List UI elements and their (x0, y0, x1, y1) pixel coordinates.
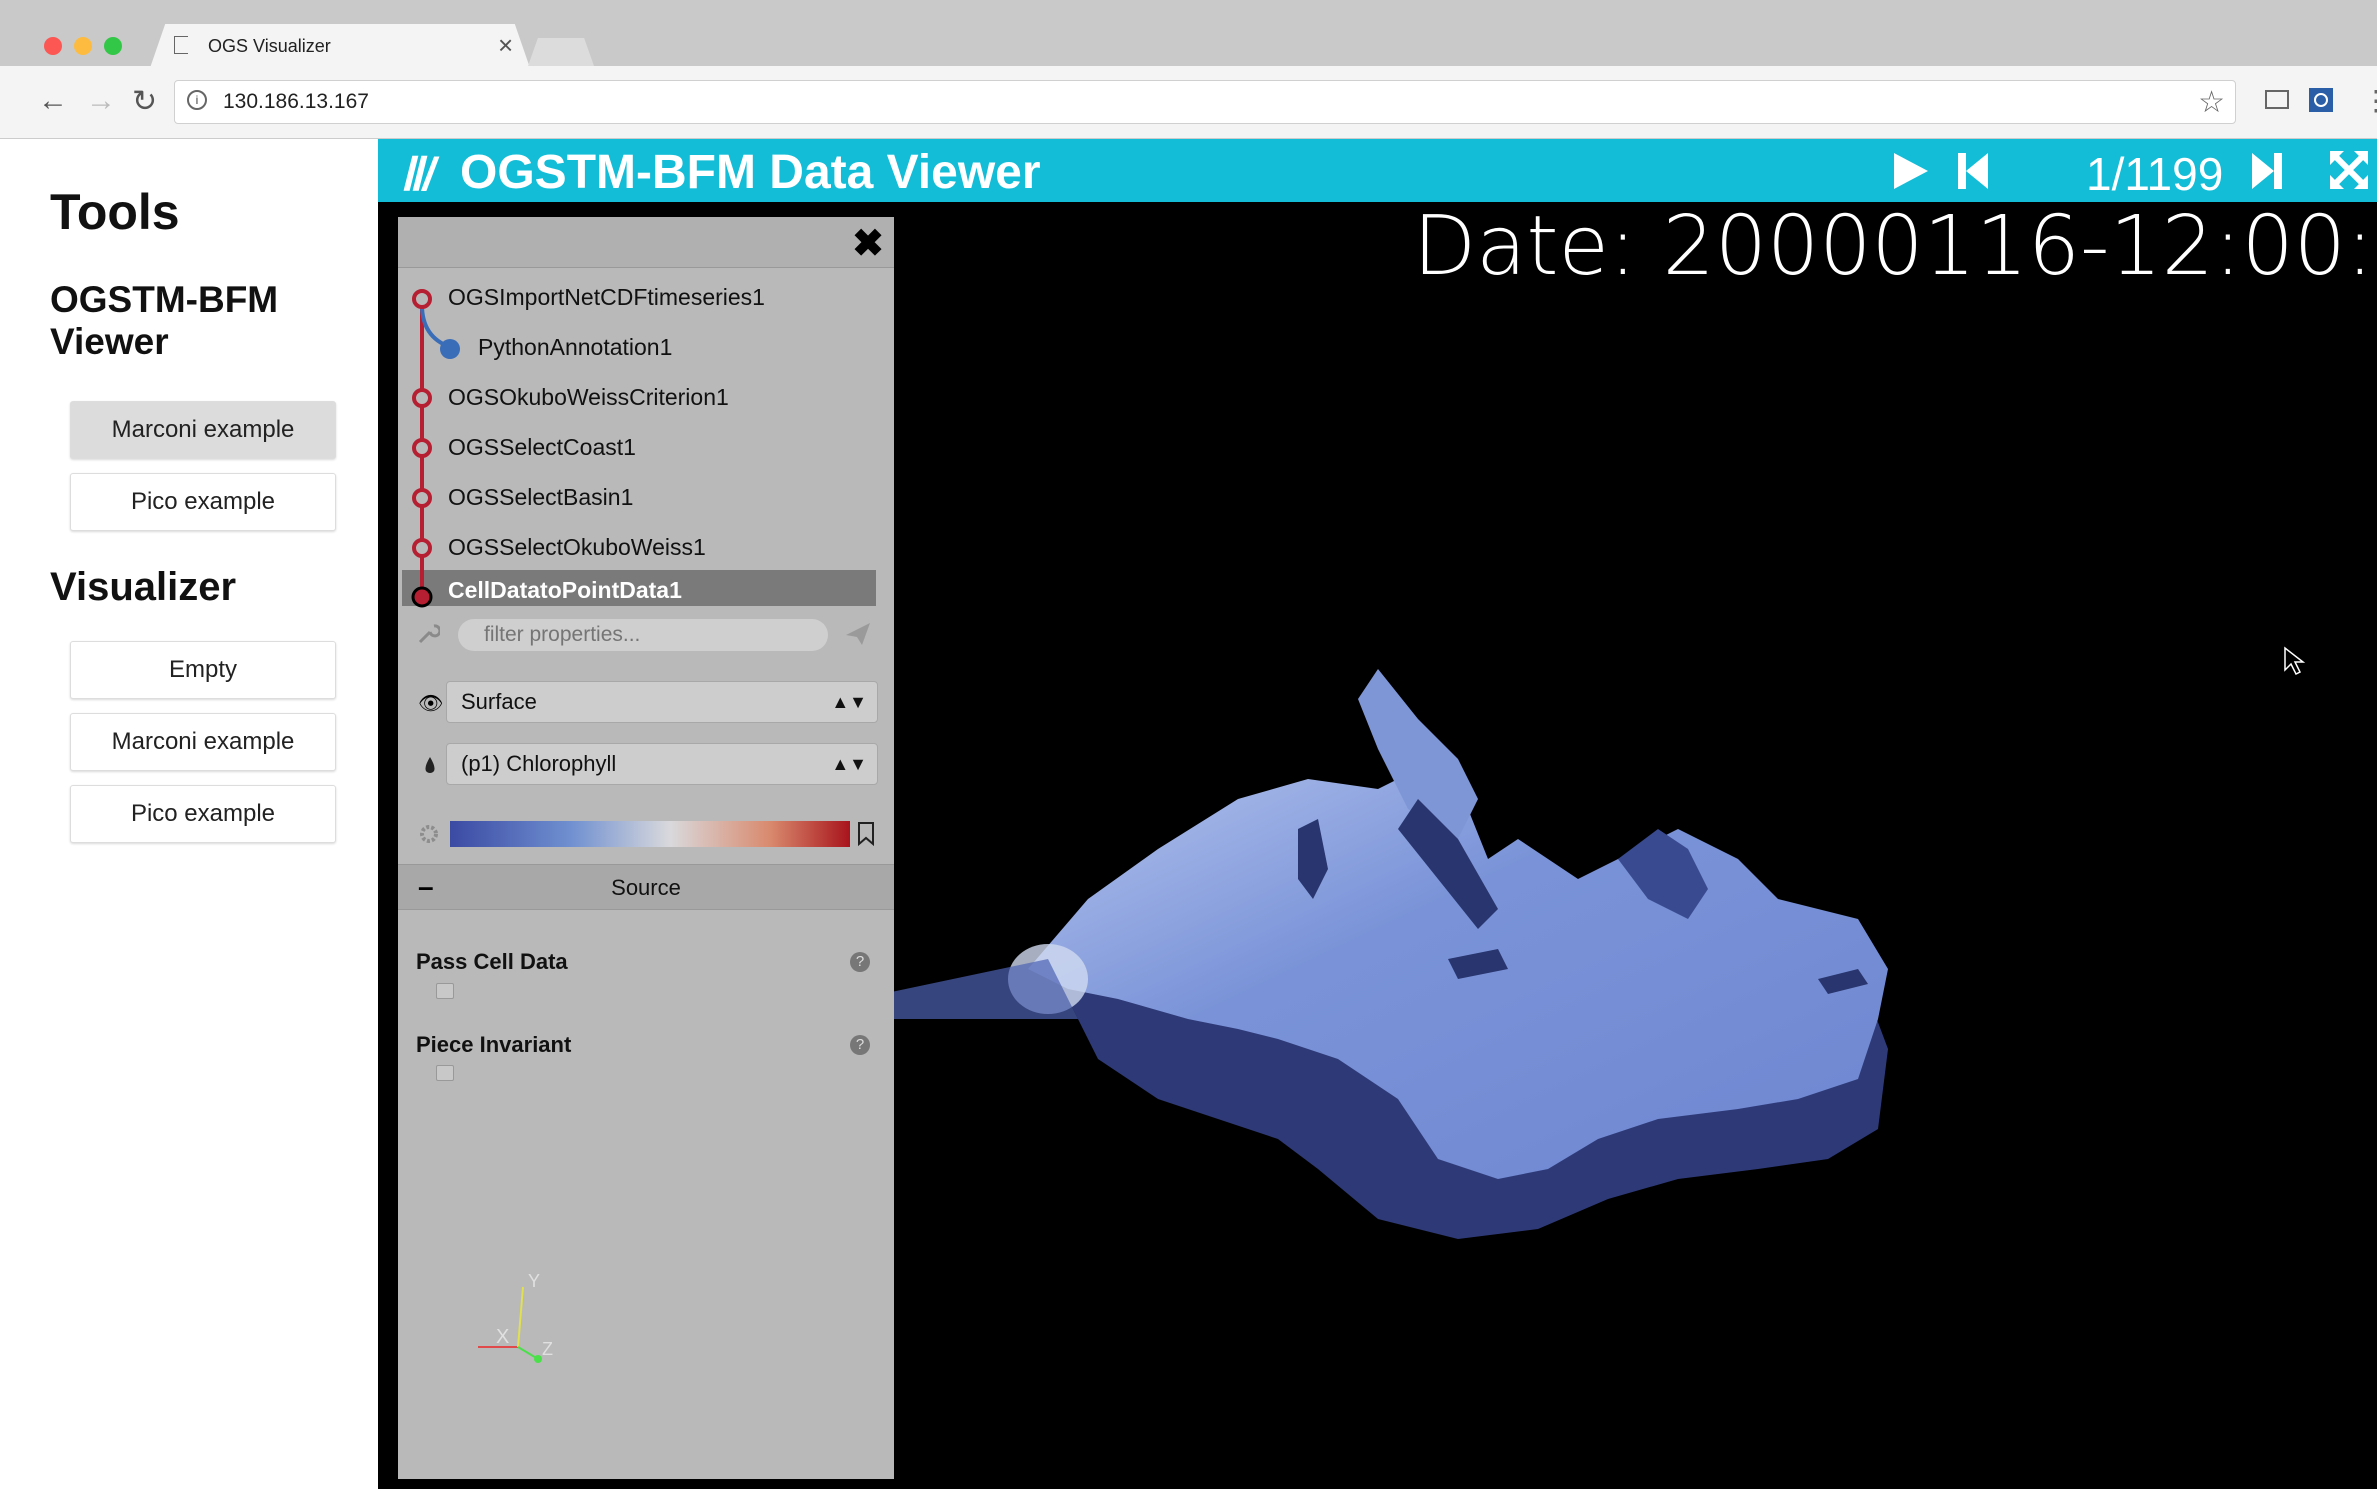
source-section-header[interactable]: – Source (398, 864, 894, 910)
url-text: 130.186.13.167 (223, 90, 369, 113)
help-icon[interactable]: ? (850, 952, 870, 972)
visualizer-marconi-button[interactable]: Marconi example (70, 713, 336, 771)
page-icon (174, 36, 188, 54)
filter-properties-field[interactable] (458, 619, 828, 651)
browser-toolbar: ← → ↻ i 130.186.13.167 ☆ ⋮ (0, 66, 2377, 139)
mediterranean-map-render[interactable] (858, 599, 2278, 1299)
viewer-pico-button[interactable]: Pico example (70, 473, 336, 531)
viewer-marconi-button[interactable]: Marconi example (70, 401, 336, 459)
pipeline-item[interactable]: OGSSelectOkuboWeiss1 (448, 534, 706, 561)
info-icon[interactable]: i (187, 90, 207, 110)
apply-send-icon[interactable] (844, 621, 872, 647)
filter-properties-input[interactable] (482, 619, 816, 651)
viewer-title: OGSTM-BFM Data Viewer (460, 146, 1041, 199)
panel-expand-icon[interactable]: ✖ (852, 221, 884, 266)
pipeline-item-selected[interactable]: CellDatatoPointData1 (448, 577, 682, 604)
visualizer-pico-button[interactable]: Pico example (70, 785, 336, 843)
minimize-window-button[interactable] (74, 37, 92, 55)
last-frame-icon[interactable] (2250, 151, 2284, 191)
pass-cell-data-checkbox[interactable] (436, 983, 454, 999)
representation-select[interactable]: Surface ▲▼ (446, 681, 878, 723)
close-window-button[interactable] (44, 37, 62, 55)
viewer-header: Ⅱ/ OGSTM-BFM Data Viewer 1/1199 (378, 139, 2377, 202)
wrench-icon[interactable] (416, 622, 440, 646)
mouse-cursor-icon (2284, 646, 2306, 676)
panel-header: ✖ (398, 217, 894, 268)
reload-icon[interactable]: ↻ (132, 84, 157, 119)
axis-z-label: Z (542, 1339, 553, 1359)
new-tab-button[interactable] (528, 38, 594, 66)
tab-close-icon[interactable]: × (498, 30, 513, 61)
color-by-value: (p1) Chlorophyll (461, 751, 617, 776)
first-frame-icon[interactable] (1956, 151, 1990, 191)
viewer-heading-line2: Viewer (50, 321, 169, 362)
bookmark-icon[interactable] (856, 821, 876, 847)
browser-tab-bar: OGS Visualizer × (0, 0, 2377, 68)
colormap-bar[interactable] (450, 821, 850, 847)
pipeline-item[interactable]: PythonAnnotation1 (478, 334, 672, 361)
help-icon[interactable]: ? (850, 1035, 870, 1055)
color-by-select[interactable]: (p1) Chlorophyll ▲▼ (446, 743, 878, 785)
gear-icon[interactable] (418, 823, 440, 845)
bookmark-star-icon[interactable]: ☆ (2198, 85, 2225, 120)
axis-y-label: Y (528, 1271, 540, 1291)
select-arrows-icon: ▲▼ (831, 692, 867, 712)
menu-kebab-icon[interactable]: ⋮ (2362, 84, 2377, 117)
pipeline-control-panel: ✖ OGSImportNetCDFtimeseries1 PythonAnnot… (398, 217, 894, 1479)
pipeline-item[interactable]: OGSSelectBasin1 (448, 484, 633, 511)
date-annotation: Date: 20000116-12:00:00 (1413, 199, 2377, 294)
pipeline-item[interactable]: OGSSelectCoast1 (448, 434, 636, 461)
zoom-window-button[interactable] (104, 37, 122, 55)
data-viewer: Ⅱ/ OGSTM-BFM Data Viewer 1/1199 Date: 20… (378, 139, 2377, 1489)
frame-counter: 1/1199 (2086, 148, 2224, 200)
piece-invariant-label: Piece Invariant (416, 1032, 572, 1057)
forward-arrow-icon[interactable]: → (86, 84, 116, 118)
tools-sidebar: Tools OGSTM-BFM Viewer Marconi example P… (0, 139, 378, 1489)
piece-invariant-checkbox[interactable] (436, 1065, 454, 1081)
pipeline-item[interactable]: OGSOkuboWeissCriterion1 (448, 384, 729, 411)
address-bar[interactable]: i 130.186.13.167 ☆ (174, 80, 2236, 124)
pipeline-item[interactable]: OGSImportNetCDFtimeseries1 (448, 284, 765, 311)
tools-heading: Tools (50, 184, 180, 240)
visualizer-empty-button[interactable]: Empty (70, 641, 336, 699)
play-icon[interactable] (1890, 151, 1930, 191)
eye-icon[interactable]: 👁 (418, 691, 443, 716)
back-arrow-icon[interactable]: ← (38, 84, 68, 118)
select-arrows-icon: ▲▼ (831, 754, 867, 774)
tab-title: OGS Visualizer (208, 36, 331, 56)
cast-icon[interactable] (2264, 89, 2290, 111)
extension-icon[interactable] (2308, 87, 2334, 113)
drop-icon (425, 757, 435, 773)
source-section-title: Source (611, 875, 681, 900)
axis-x-label: X (496, 1326, 509, 1348)
browser-tab[interactable]: OGS Visualizer × (150, 24, 530, 68)
visualizer-heading: Visualizer (50, 565, 237, 609)
orientation-axes-widget: X Y Z (478, 1271, 553, 1363)
representation-value: Surface (461, 689, 537, 714)
app-logo: Ⅱ/ (400, 148, 436, 200)
fullscreen-icon[interactable] (2326, 147, 2372, 193)
pass-cell-data-label: Pass Cell Data (416, 949, 568, 974)
viewer-heading-line1: OGSTM-BFM (50, 279, 279, 320)
